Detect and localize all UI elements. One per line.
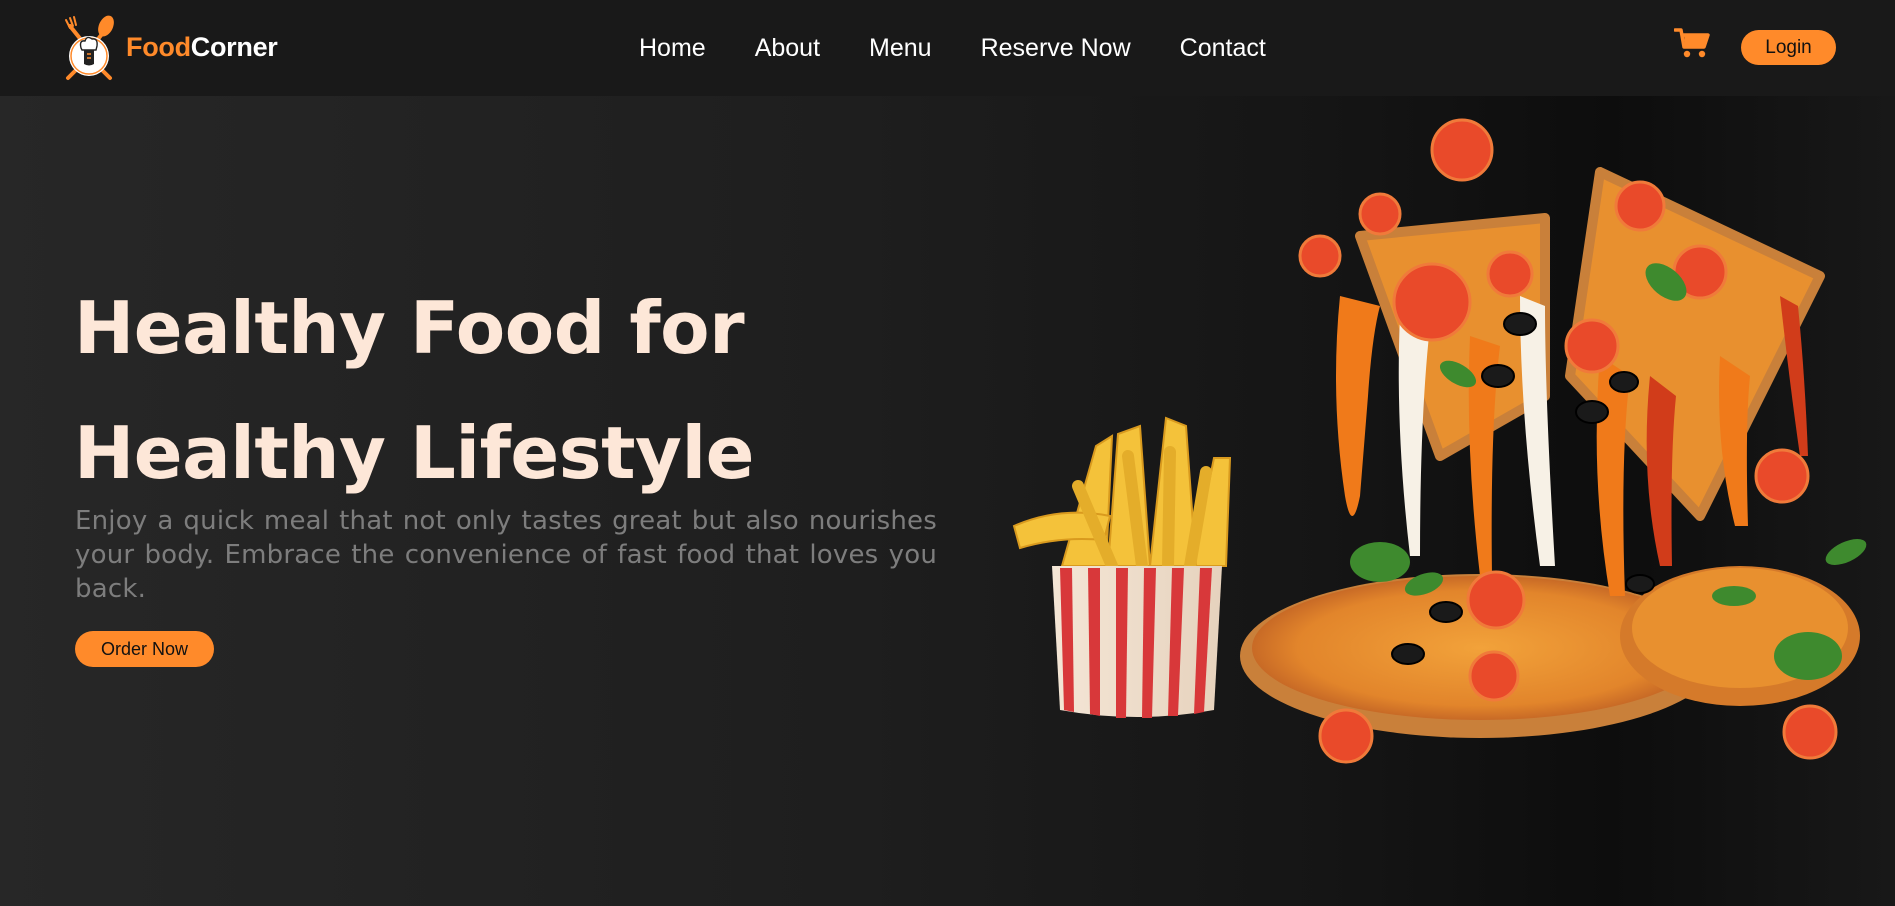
- brand[interactable]: FoodCorner: [62, 12, 278, 82]
- nav-home[interactable]: Home: [639, 34, 706, 63]
- hero-title-line2: Healthy Lifestyle: [74, 411, 754, 495]
- nav-menu[interactable]: Menu: [869, 34, 932, 63]
- nav-about[interactable]: About: [755, 34, 820, 63]
- order-now-button[interactable]: Order Now: [75, 631, 214, 667]
- chef-logo-icon: [65, 15, 114, 80]
- brand-name-food: Food: [126, 31, 191, 62]
- hero-description: Enjoy a quick meal that not only tastes …: [75, 506, 937, 604]
- nav-contact[interactable]: Contact: [1180, 34, 1266, 63]
- pizza-fries-image: [1012, 118, 1867, 764]
- navbar: FoodCorner Home About Menu Reserve Now C…: [0, 0, 1895, 96]
- hero-section: Healthy Food for Healthy Lifestyle Enjoy…: [0, 96, 1895, 906]
- nav-reserve-now[interactable]: Reserve Now: [981, 34, 1131, 63]
- login-button[interactable]: Login: [1741, 30, 1836, 65]
- cart-icon[interactable]: [1674, 27, 1710, 59]
- hero-title-line1: Healthy Food for: [74, 286, 745, 370]
- brand-name: FoodCorner: [126, 32, 278, 63]
- brand-name-corner: Corner: [190, 31, 278, 62]
- main-nav: Home About Menu Reserve Now Contact: [639, 0, 1315, 96]
- hero-title: Healthy Food for Healthy Lifestyle: [74, 266, 874, 516]
